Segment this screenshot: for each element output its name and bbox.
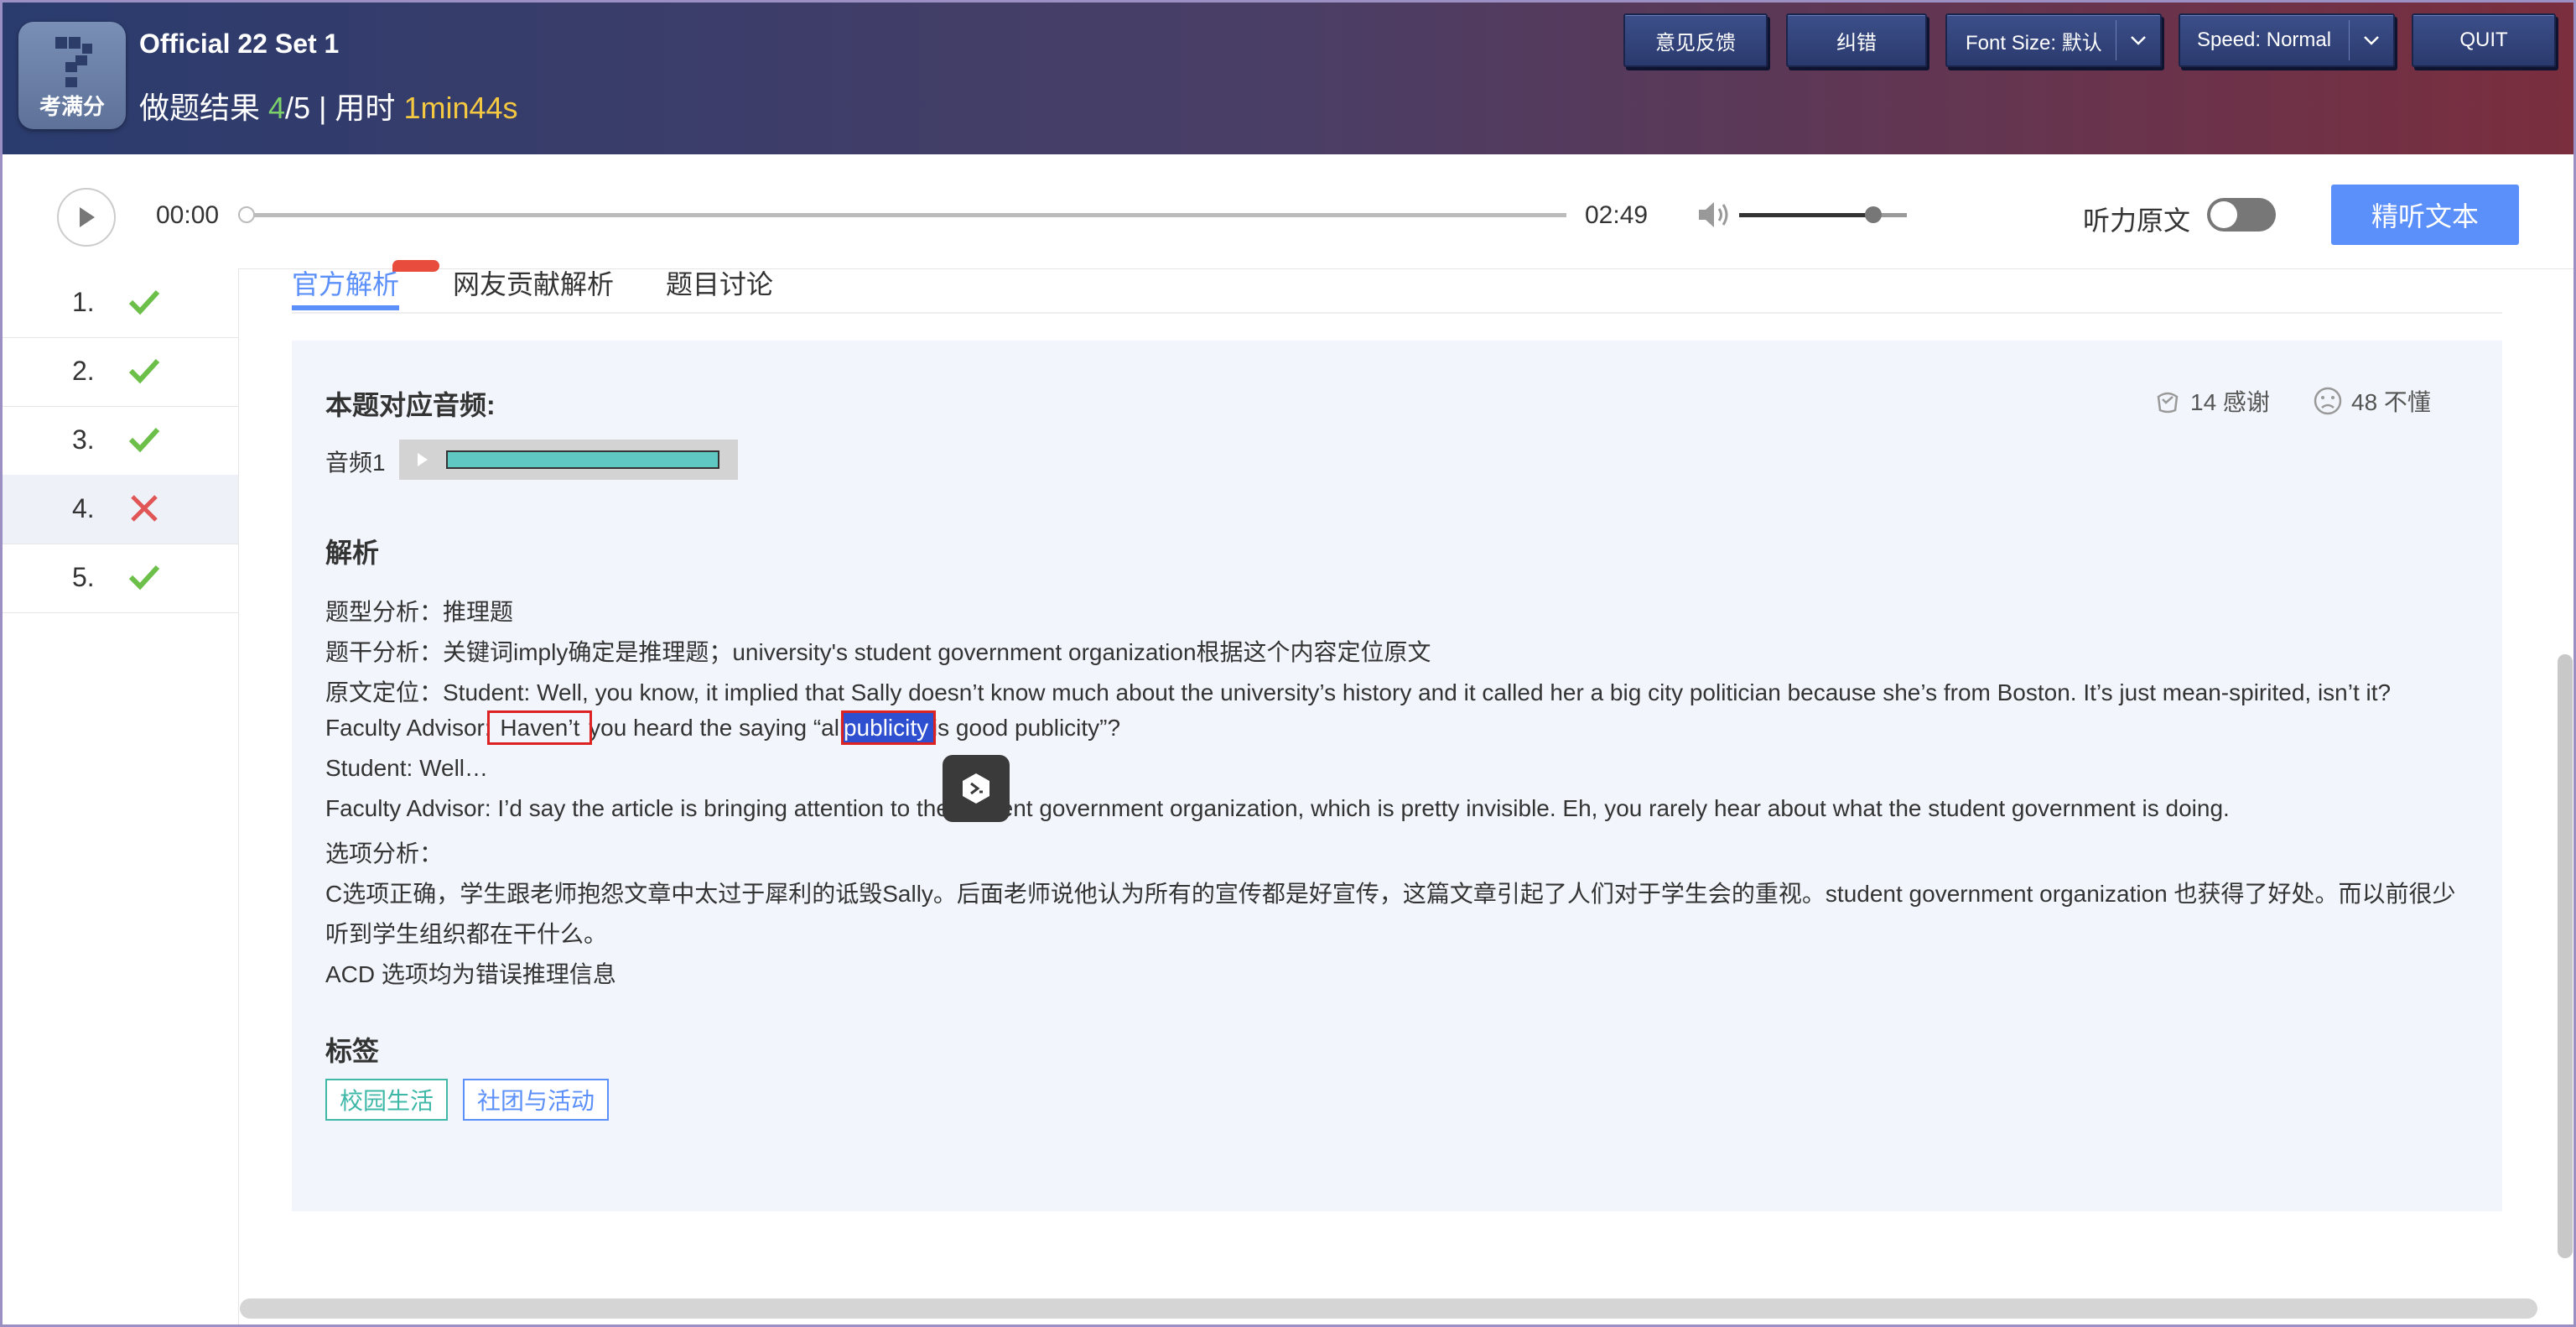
active-tab-indicator [292, 305, 399, 310]
audio-heading: 本题对应音频: [325, 390, 496, 420]
audio-clip-progress[interactable] [446, 450, 719, 469]
new-badge [392, 260, 439, 272]
text-span: you heard the saying “all [582, 715, 851, 741]
question-number: 2. [72, 356, 95, 386]
volume-slider[interactable] [1739, 213, 1907, 217]
analysis-panel: 本题对应音频: 14 感谢 48 不懂 音频1 解析 题型分析：推理题 题干分析… [292, 341, 2502, 1211]
quit-button[interactable]: QUIT [2412, 13, 2556, 67]
current-time: 00:00 [156, 201, 220, 229]
app-logo: 考满分 [18, 22, 126, 129]
tab-discussion[interactable]: 题目讨论 [666, 263, 773, 302]
logo-question-icon [55, 37, 92, 87]
analysis-line: C选项正确，学生跟老师抱怨文章中太过于犀利的诋毁Sally。后面老师说他认为所有… [325, 881, 2456, 907]
question-number: 5. [72, 562, 95, 592]
vertical-scrollbar[interactable] [2558, 654, 2573, 1258]
analysis-tabs [292, 252, 2502, 314]
result-sep: | 用时 [310, 91, 404, 125]
check-icon [128, 565, 160, 591]
check-icon [128, 289, 160, 315]
original-text-label: 听力原文 [2083, 206, 2191, 236]
audio-label: 音频1 [325, 450, 386, 476]
horizontal-scrollbar[interactable] [240, 1298, 2537, 1319]
check-icon [128, 358, 160, 384]
cross-icon [131, 495, 158, 522]
tag-clubs-activities[interactable]: 社团与活动 [463, 1079, 609, 1121]
tab-user-analysis[interactable]: 网友贡献解析 [453, 263, 614, 302]
intensive-listening-button[interactable]: 精听文本 [2331, 185, 2519, 245]
tab-official-analysis[interactable]: 官方解析 [292, 263, 399, 302]
result-correct-count: 4 [268, 91, 286, 125]
analysis-line: 原文定位：Student: Well, you know, it implied… [325, 679, 2392, 705]
result-prefix: 做题结果 [139, 91, 269, 125]
play-button[interactable] [57, 188, 116, 247]
speed-label: Speed: Normal [2197, 29, 2332, 51]
analysis-line: 题干分析：关键词imply确定是推理题；university's student… [325, 639, 1431, 665]
feedback-button[interactable]: 意见反馈 [1623, 13, 1768, 67]
analysis-line: 听到学生组织都在干什么。 [325, 921, 608, 947]
question-item-1[interactable]: 1. [0, 268, 238, 338]
chevron-down-icon [2350, 15, 2393, 65]
original-text-toggle[interactable] [2207, 198, 2276, 232]
app-header: 考满分 Official 22 Set 1 做题结果 4/5 | 用时 1min… [0, 0, 2576, 154]
analysis-line: Faculty Advisor: I’d say the article is … [325, 795, 2230, 821]
question-number: 4. [72, 493, 95, 523]
question-sidebar: 1. 2. 3. 4. 5. [0, 268, 239, 1327]
tags-heading: 标签 [325, 1036, 380, 1066]
question-number: 1. [72, 287, 95, 317]
question-item-3[interactable]: 3. [0, 406, 238, 476]
question-item-4[interactable]: 4. [0, 475, 238, 544]
analysis-heading: 解析 [325, 538, 380, 568]
analysis-line: 题型分析：推理题 [325, 599, 514, 625]
speed-dropdown[interactable]: Speed: Normal [2179, 13, 2395, 67]
play-icon [80, 207, 95, 227]
progress-handle[interactable] [238, 206, 255, 223]
translate-icon [963, 773, 989, 804]
text-span: is good publicity”? [926, 715, 1121, 741]
analysis-line: Student: Well… [325, 755, 489, 781]
speaker-label: Faculty Advisor: [325, 715, 498, 741]
font-size-dropdown[interactable]: Font Size: 默认 [1945, 13, 2162, 67]
font-size-label: Font Size: 默认 [1966, 31, 2102, 55]
correction-button[interactable]: 纠错 [1786, 13, 1927, 67]
highlight-havent: Haven’t [487, 710, 593, 745]
result-time: 1min44s [403, 91, 518, 125]
volume-handle[interactable] [1865, 206, 1882, 223]
analysis-line: ACD 选项均为错误推理信息 [325, 961, 616, 987]
thumbs-up-icon [2157, 392, 2179, 414]
chevron-down-icon [2116, 15, 2160, 65]
confused-count: 48 不懂 [2351, 389, 2431, 415]
result-summary: 做题结果 4/5 | 用时 1min44s [139, 84, 518, 127]
analysis-line: Faculty Advisor: Haven’t you heard the s… [325, 710, 1121, 745]
check-icon [128, 427, 160, 453]
volume-icon[interactable] [1696, 198, 1732, 236]
thanks-count: 14 感谢 [2190, 389, 2270, 415]
progress-track[interactable] [245, 213, 1566, 217]
sad-face-icon [2314, 387, 2342, 415]
thanks-button[interactable]: 14 感谢 [2153, 384, 2270, 418]
total-time: 02:49 [1585, 201, 1649, 229]
question-item-5[interactable]: 5. [0, 544, 238, 613]
translate-popup-button[interactable] [943, 755, 1010, 822]
selected-word-publicity[interactable]: publicity [840, 710, 937, 745]
logo-text: 考满分 [39, 94, 105, 119]
result-total: /5 [285, 91, 311, 125]
question-number: 3. [72, 424, 95, 455]
test-title: Official 22 Set 1 [139, 29, 340, 59]
play-icon[interactable] [416, 451, 429, 468]
analysis-line: 选项分析： [325, 840, 444, 866]
audio-clip-player[interactable] [399, 440, 738, 480]
tag-campus-life[interactable]: 校园生活 [325, 1079, 448, 1121]
question-item-2[interactable]: 2. [0, 337, 238, 407]
confused-button[interactable]: 48 不懂 [2313, 384, 2431, 418]
